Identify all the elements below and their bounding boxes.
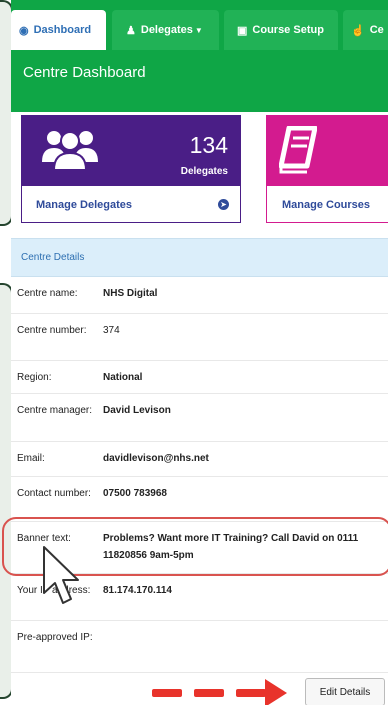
users-group-icon <box>42 131 98 171</box>
detail-label: Pre-approved IP: <box>17 632 93 643</box>
detail-value: davidlevison@nhs.net <box>103 453 209 464</box>
courses-tile-header <box>267 116 388 186</box>
delegates-count: 134 <box>189 132 228 158</box>
tab-course-setup[interactable]: ▣ Course Setup <box>224 10 338 50</box>
page-title: Centre Dashboard <box>23 64 146 81</box>
detail-label: Centre name: <box>17 288 78 299</box>
mouse-pointer-icon <box>43 546 79 604</box>
detail-label: Centre number: <box>17 325 87 336</box>
detail-row-email: Email: davidlevison@nhs.net <box>11 442 388 477</box>
book-icon: ▣ <box>237 24 248 37</box>
tab-delegates[interactable]: ♟ Delegates ▼ <box>112 10 219 50</box>
book-icon <box>279 126 317 174</box>
tab-dashboard[interactable]: ◉ Dashboard <box>11 10 106 50</box>
detail-row-centre-manager: Centre manager: David Levison <box>11 394 388 442</box>
detail-value: 374 <box>103 325 120 336</box>
detail-value: NHS Digital <box>103 288 158 299</box>
delegates-caption: Delegates <box>180 166 228 177</box>
detail-value: 81.174.170.114 <box>103 585 172 596</box>
courses-tile[interactable]: Manage Courses <box>266 115 388 223</box>
delegates-tile-header: 134 Delegates <box>22 116 240 186</box>
manage-delegates-link[interactable]: Manage Delegates <box>22 186 240 224</box>
tab-centre[interactable]: ☝ Ce <box>343 10 388 50</box>
tab-dashboard-label: Dashboard <box>33 24 92 36</box>
arrow-dash <box>236 689 266 697</box>
edit-details-button[interactable]: Edit Details <box>305 678 385 705</box>
top-navbar: ◉ Dashboard ♟ Delegates ▼ ▣ Course Setup… <box>11 0 388 112</box>
detail-value: 07500 783968 <box>103 488 167 499</box>
tab-course-setup-label: Course Setup <box>252 24 324 36</box>
chevron-down-icon: ▼ <box>194 25 203 35</box>
centre-details-heading: Centre Details <box>11 238 388 277</box>
arrow-dash <box>152 689 182 697</box>
user-icon: ♟ <box>126 24 136 37</box>
detail-row-contact-number: Contact number: 07500 783968 <box>11 477 388 522</box>
detail-label: Contact number: <box>17 488 91 499</box>
detail-label: Email: <box>17 453 45 464</box>
detail-value: David Levison <box>103 405 171 416</box>
delegates-tile[interactable]: 134 Delegates Manage Delegates ➤ <box>21 115 241 223</box>
dashboard-panel: 134 Delegates Manage Delegates ➤ Manage … <box>11 112 388 705</box>
dashboard-icon: ◉ <box>19 24 29 37</box>
detail-row-centre-number: Centre number: 374 <box>11 314 388 361</box>
detail-row-region: Region: National <box>11 361 388 394</box>
manage-courses-link[interactable]: Manage Courses <box>267 186 388 224</box>
arrow-right-circle-icon[interactable]: ➤ <box>218 199 229 210</box>
tab-delegates-label: Delegates <box>140 24 193 36</box>
thumbs-up-icon: ☝ <box>351 24 365 37</box>
detail-value: National <box>103 372 143 383</box>
tab-centre-label: Ce <box>369 24 384 36</box>
arrow-dash <box>194 689 224 697</box>
arrow-right-icon <box>265 679 287 705</box>
detail-row-pre-approved-ip: Pre-approved IP: <box>11 621 388 673</box>
detail-label: Centre manager: <box>17 405 93 416</box>
detail-label: Region: <box>17 372 52 383</box>
detail-row-centre-name: Centre name: NHS Digital <box>11 277 388 314</box>
